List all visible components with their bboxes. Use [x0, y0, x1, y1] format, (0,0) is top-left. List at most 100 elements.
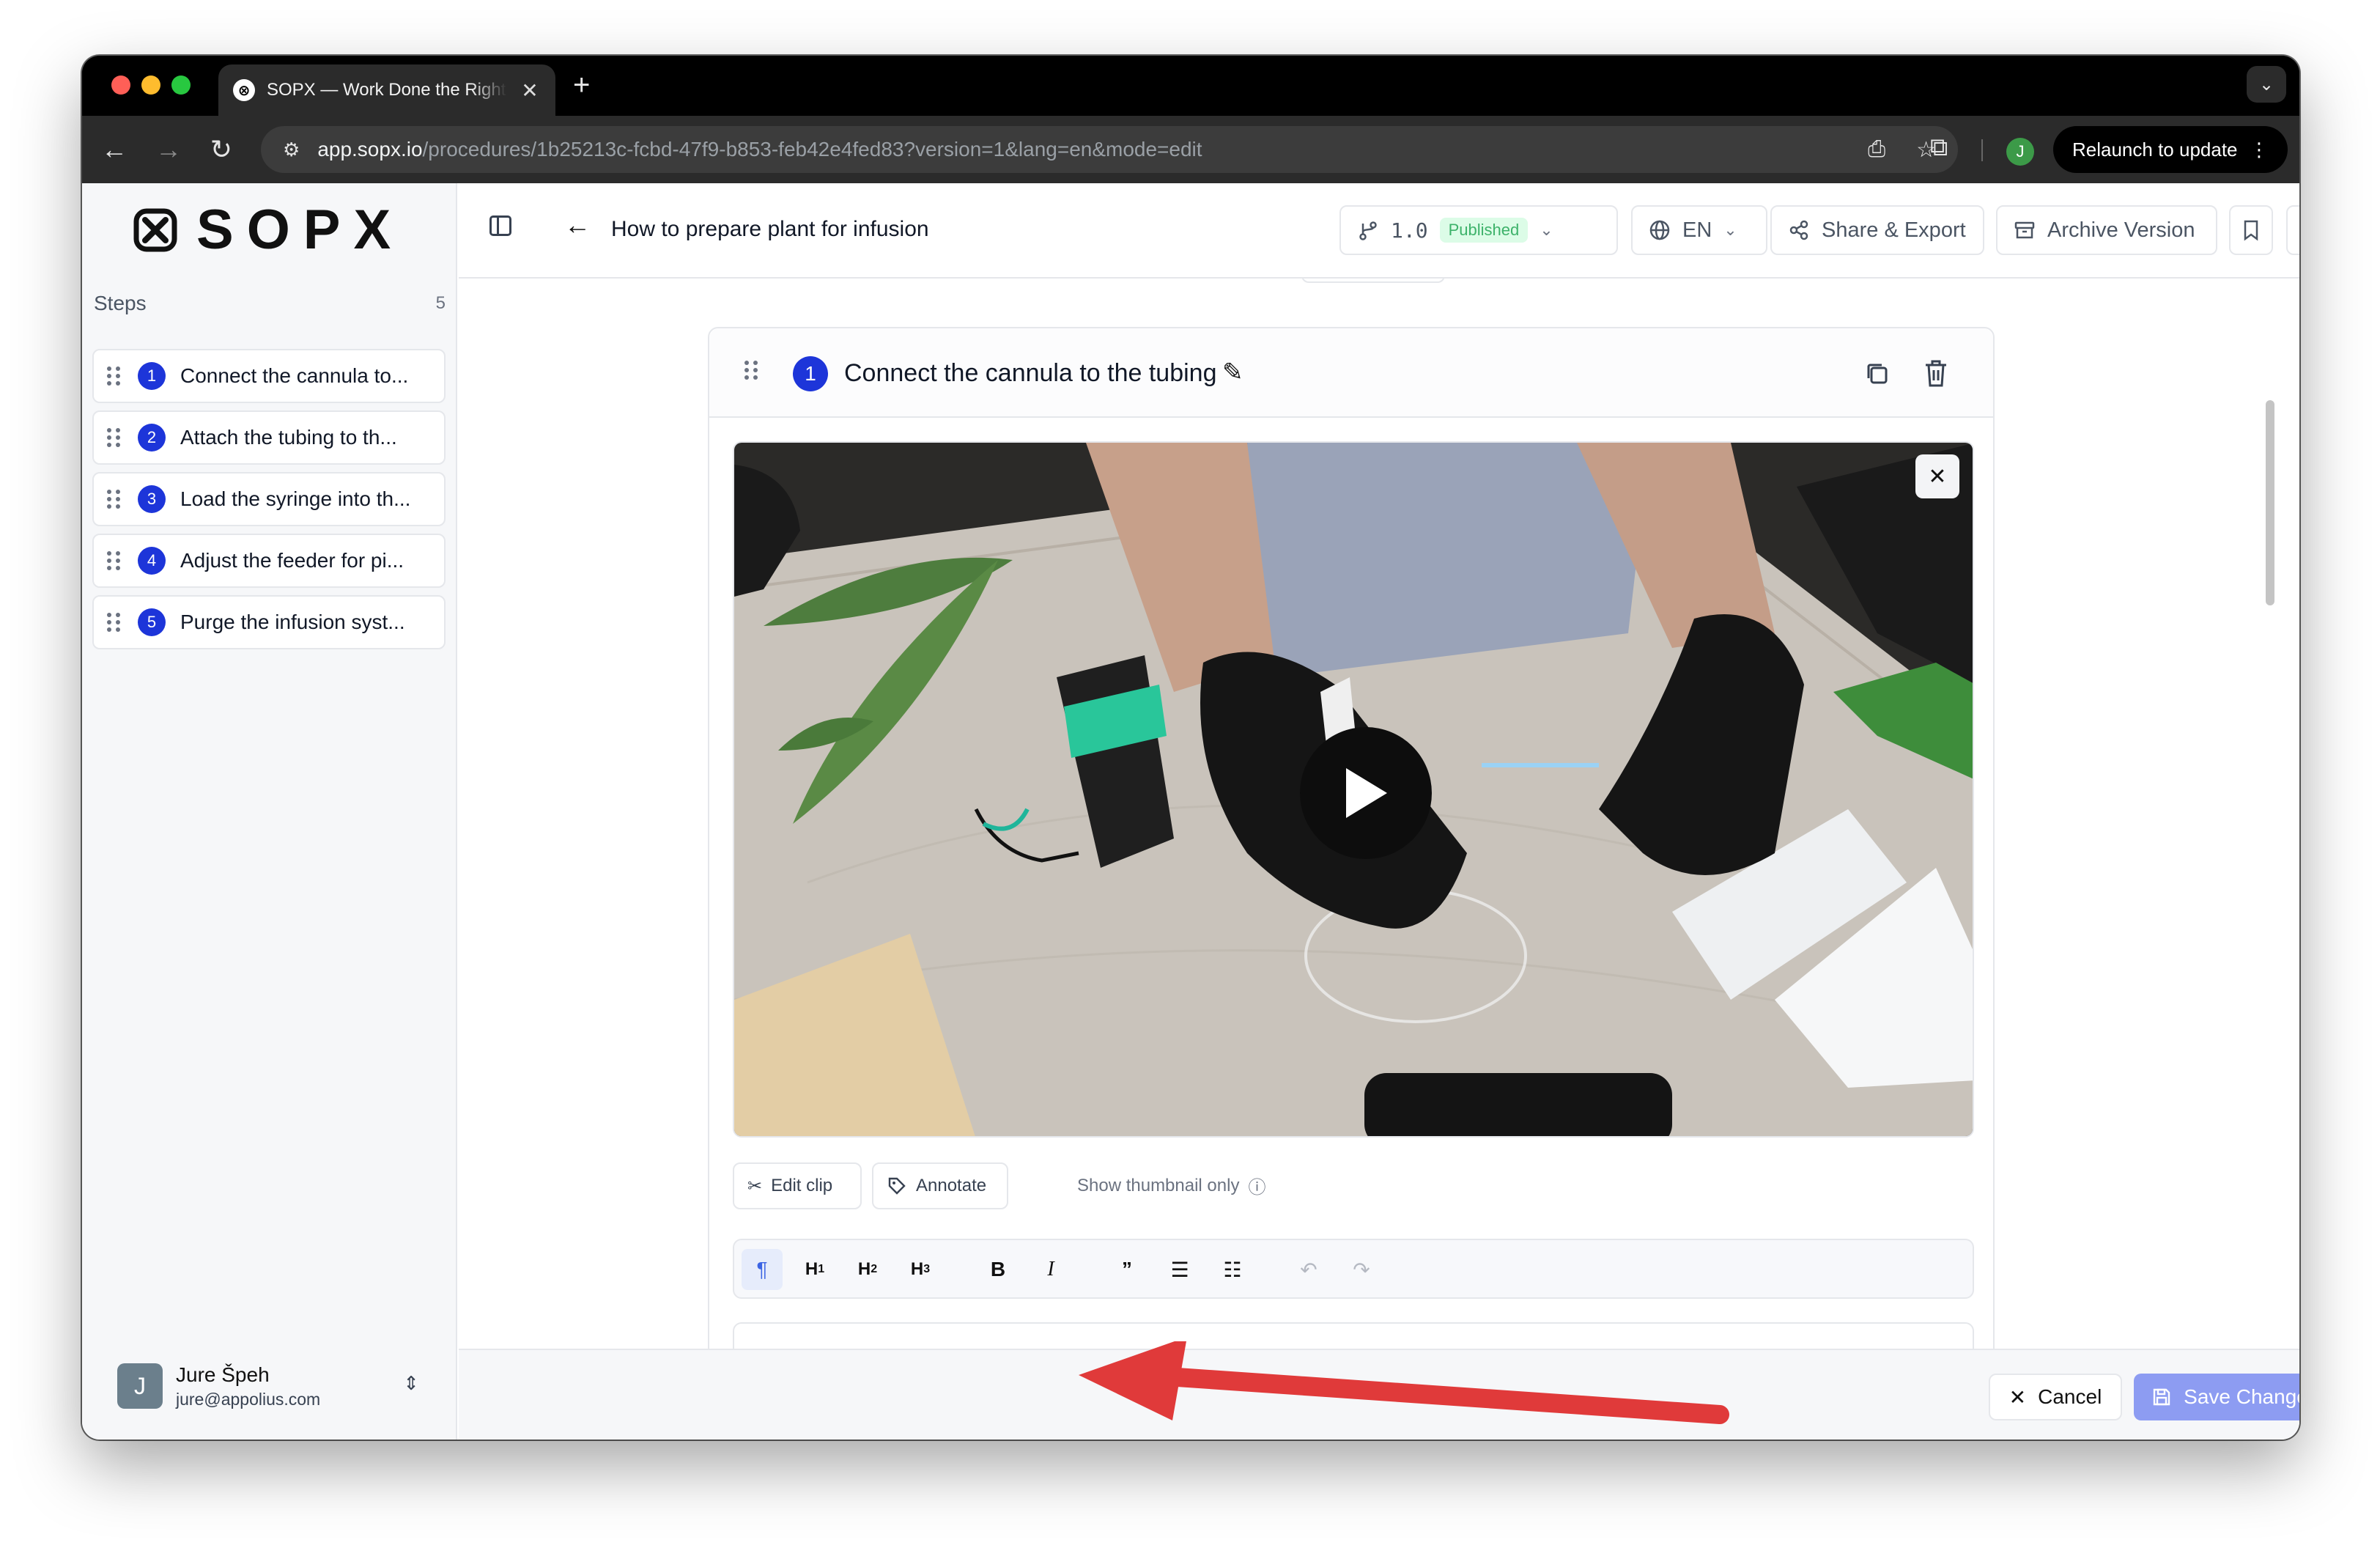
- thumbnail-only-toggle[interactable]: Show thumbnail only ⓘ: [1077, 1173, 1265, 1198]
- save-changes-button[interactable]: Save Changes: [2134, 1374, 2299, 1420]
- close-icon: ✕: [2008, 1385, 2027, 1409]
- play-icon: [1346, 768, 1387, 818]
- step-card: 1 Connect the cannula to the tubing ✎ ✕ …: [708, 327, 1995, 1349]
- scrollbar[interactable]: [2266, 386, 2274, 1349]
- share-export-label: Share & Export: [1822, 218, 1966, 242]
- step-number-badge: 4: [138, 547, 166, 575]
- tab-title: SOPX — Work Done the Right Way: [267, 80, 507, 100]
- clip-actions: ✂ Edit clip Annotate Show thumbnail only…: [733, 1162, 1974, 1214]
- maximize-window-button[interactable]: [171, 75, 191, 95]
- globe-icon: [1649, 220, 1670, 240]
- address-bar[interactable]: ⚙ app.sopx.io/procedures/1b25213c-fcbd-4…: [261, 126, 1958, 173]
- back-icon[interactable]: ←: [97, 132, 132, 167]
- redo-icon[interactable]: ↷: [1341, 1249, 1382, 1290]
- step-label: Load the syringe into th...: [180, 487, 411, 510]
- drag-handle-icon[interactable]: [107, 428, 123, 447]
- git-branch-icon: [1359, 221, 1377, 240]
- heading2-button[interactable]: H2: [847, 1249, 888, 1290]
- steps-count: 5: [435, 293, 446, 313]
- logo-text: SOPX: [196, 199, 404, 261]
- share-icon: [1789, 220, 1808, 240]
- video-player[interactable]: ✕: [733, 441, 1974, 1138]
- site-info-icon[interactable]: ⚙: [283, 139, 300, 161]
- profile-avatar[interactable]: J: [2006, 138, 2034, 166]
- edit-clip-button[interactable]: ✂ Edit clip: [733, 1162, 862, 1209]
- main-content: 1 Connect the cannula to the tubing ✎ ✕ …: [459, 279, 2279, 1349]
- relaunch-button[interactable]: Relaunch to update ⋮: [2053, 126, 2288, 173]
- drag-handle-icon[interactable]: [107, 613, 123, 632]
- scrollbar-thumb[interactable]: [2266, 400, 2274, 605]
- share-export-button[interactable]: Share & Export: [1770, 205, 1984, 255]
- info-icon: ⓘ: [1248, 1178, 1266, 1198]
- quote-icon[interactable]: ”: [1106, 1249, 1148, 1290]
- annotate-label: Annotate: [916, 1176, 987, 1195]
- step-number-badge: 1: [138, 362, 166, 390]
- tag-pen-icon: [888, 1177, 906, 1195]
- play-button[interactable]: [1300, 727, 1432, 859]
- status-badge: Published: [1439, 218, 1529, 243]
- back-arrow-icon[interactable]: ←: [564, 210, 591, 240]
- heading3-button[interactable]: H3: [900, 1249, 941, 1290]
- version-selector[interactable]: 1.0 Published ⌄: [1339, 205, 1618, 255]
- bold-icon[interactable]: B: [978, 1249, 1019, 1290]
- browser-toolbar: ← → ↻ ⚙ app.sopx.io/procedures/1b25213c-…: [82, 116, 2299, 183]
- sopx-logo-icon: [133, 208, 177, 252]
- close-tab-icon[interactable]: ✕: [519, 78, 541, 103]
- cancel-button[interactable]: ✕ Cancel: [1989, 1374, 2122, 1420]
- numbered-list-icon[interactable]: ☷: [1212, 1249, 1253, 1290]
- heading1-button[interactable]: H1: [794, 1249, 835, 1290]
- language-selector[interactable]: EN ⌄: [1631, 205, 1767, 255]
- browser-tab[interactable]: ⊗ SOPX — Work Done the Right Way ✕: [218, 64, 555, 116]
- steps-label: Steps: [94, 292, 147, 314]
- step-number-badge: 3: [138, 485, 166, 513]
- sidebar-step-3[interactable]: 3 Load the syringe into th...: [92, 472, 446, 526]
- duplicate-icon[interactable]: [1863, 359, 1892, 388]
- sidebar-step-2[interactable]: 2 Attach the tubing to th...: [92, 410, 446, 465]
- save-changes-label: Save Changes: [2184, 1385, 2299, 1408]
- step-title: Connect the cannula to the tubing: [844, 359, 1217, 387]
- cancel-label: Cancel: [2038, 1385, 2102, 1408]
- remove-media-button[interactable]: ✕: [1915, 454, 1959, 498]
- sidebar-step-1[interactable]: 1 Connect the cannula to...: [92, 349, 446, 403]
- close-window-button[interactable]: [111, 75, 130, 95]
- divider: [1301, 279, 1445, 283]
- step-description-editor[interactable]: [733, 1322, 1974, 1349]
- drag-handle-icon[interactable]: [744, 361, 761, 380]
- bookmark-icon: [2244, 220, 2258, 241]
- drag-handle-icon[interactable]: [107, 551, 123, 570]
- url-text: app.sopx.io/procedures/1b25213c-fcbd-47f…: [317, 138, 1202, 161]
- paragraph-button[interactable]: ¶: [742, 1249, 783, 1290]
- minimize-window-button[interactable]: [141, 75, 160, 95]
- bullet-list-icon[interactable]: ☰: [1159, 1249, 1200, 1290]
- trash-icon[interactable]: [1921, 358, 1951, 390]
- sidebar-step-5[interactable]: 5 Purge the infusion syst...: [92, 595, 446, 649]
- bookmark-button[interactable]: [2229, 205, 2273, 255]
- sopx-favicon-icon: ⊗: [233, 79, 255, 101]
- forward-icon[interactable]: →: [151, 132, 186, 167]
- edit-clip-label: Edit clip: [771, 1176, 833, 1195]
- tab-search-button[interactable]: ⌄: [2247, 66, 2286, 103]
- chevron-down-icon: ⌄: [1723, 221, 1737, 239]
- annotate-button[interactable]: Annotate: [872, 1162, 1008, 1209]
- more-options-button[interactable]: ···: [2286, 205, 2299, 255]
- pencil-icon[interactable]: ✎: [1222, 358, 1243, 387]
- drag-handle-icon[interactable]: [107, 366, 123, 386]
- drag-handle-icon[interactable]: [107, 490, 123, 509]
- avatar: J: [117, 1363, 163, 1409]
- extensions-icon[interactable]: ⧉: [1930, 133, 1948, 162]
- more-vertical-icon: ⋮: [2250, 138, 2269, 161]
- sidebar-step-4[interactable]: 4 Adjust the feeder for pi...: [92, 534, 446, 588]
- undo-icon[interactable]: ↶: [1288, 1249, 1329, 1290]
- step-label: Purge the infusion syst...: [180, 611, 405, 633]
- app: SOPX Steps 5 1 Connect the cannula to...…: [82, 183, 2299, 1440]
- archive-version-button[interactable]: Archive Version: [1996, 205, 2217, 255]
- reload-icon[interactable]: ↻: [204, 132, 239, 167]
- sopx-logo[interactable]: SOPX: [133, 202, 404, 258]
- user-menu[interactable]: J Jure Špeh jure@appolius.com ⇕: [117, 1360, 440, 1412]
- install-app-icon[interactable]: ⎙: [1868, 137, 1885, 163]
- chevron-up-down-icon: ⇕: [403, 1372, 419, 1394]
- italic-icon[interactable]: I: [1030, 1249, 1071, 1290]
- new-tab-button[interactable]: +: [573, 69, 590, 101]
- thumbnail-only-label: Show thumbnail only: [1077, 1175, 1240, 1195]
- sidebar-toggle-icon[interactable]: [489, 215, 511, 236]
